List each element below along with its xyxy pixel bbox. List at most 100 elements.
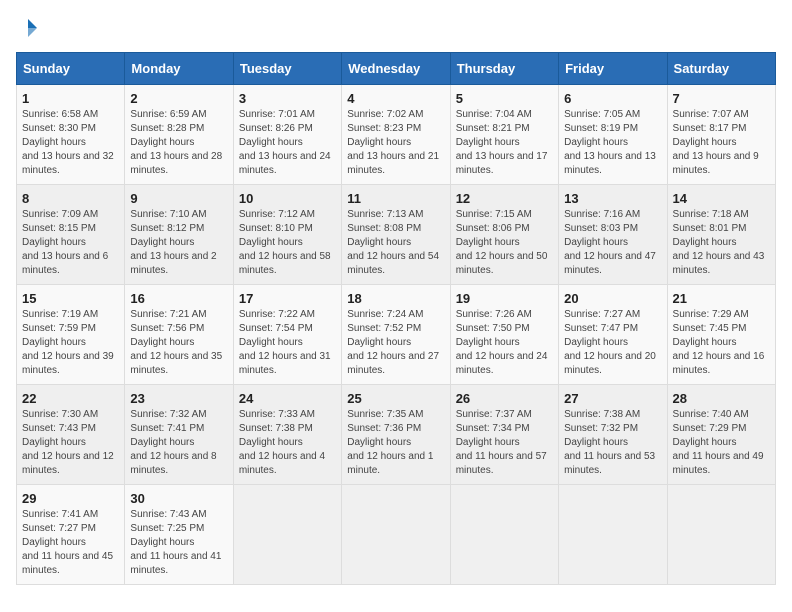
calendar-week-row: 22 Sunrise: 7:30 AM Sunset: 7:43 PM Dayl… (17, 385, 776, 485)
day-info: Sunrise: 7:40 AM Sunset: 7:29 PM Dayligh… (673, 408, 770, 478)
calendar-day-cell: 25 Sunrise: 7:35 AM Sunset: 7:36 PM Dayl… (342, 385, 450, 485)
calendar-weekday-header: Thursday (450, 53, 558, 85)
day-number: 21 (673, 291, 770, 306)
day-number: 1 (22, 91, 119, 106)
calendar-table: SundayMondayTuesdayWednesdayThursdayFrid… (16, 52, 776, 585)
calendar-day-cell: 13 Sunrise: 7:16 AM Sunset: 8:03 PM Dayl… (559, 185, 667, 285)
day-info: Sunrise: 7:43 AM Sunset: 7:25 PM Dayligh… (130, 508, 227, 578)
day-info: Sunrise: 7:18 AM Sunset: 8:01 PM Dayligh… (673, 208, 770, 278)
calendar-day-cell: 24 Sunrise: 7:33 AM Sunset: 7:38 PM Dayl… (233, 385, 341, 485)
calendar-week-row: 8 Sunrise: 7:09 AM Sunset: 8:15 PM Dayli… (17, 185, 776, 285)
calendar-day-cell: 3 Sunrise: 7:01 AM Sunset: 8:26 PM Dayli… (233, 85, 341, 185)
day-number: 27 (564, 391, 661, 406)
calendar-day-cell: 4 Sunrise: 7:02 AM Sunset: 8:23 PM Dayli… (342, 85, 450, 185)
calendar-day-cell (667, 485, 775, 585)
day-info: Sunrise: 7:19 AM Sunset: 7:59 PM Dayligh… (22, 308, 119, 378)
day-info: Sunrise: 7:01 AM Sunset: 8:26 PM Dayligh… (239, 108, 336, 178)
calendar-weekday-header: Tuesday (233, 53, 341, 85)
day-info: Sunrise: 7:33 AM Sunset: 7:38 PM Dayligh… (239, 408, 336, 478)
page-header (16, 16, 776, 40)
day-info: Sunrise: 7:32 AM Sunset: 7:41 PM Dayligh… (130, 408, 227, 478)
calendar-day-cell: 8 Sunrise: 7:09 AM Sunset: 8:15 PM Dayli… (17, 185, 125, 285)
day-info: Sunrise: 7:37 AM Sunset: 7:34 PM Dayligh… (456, 408, 553, 478)
day-number: 17 (239, 291, 336, 306)
day-number: 6 (564, 91, 661, 106)
calendar-day-cell (233, 485, 341, 585)
calendar-day-cell: 6 Sunrise: 7:05 AM Sunset: 8:19 PM Dayli… (559, 85, 667, 185)
day-info: Sunrise: 7:02 AM Sunset: 8:23 PM Dayligh… (347, 108, 444, 178)
day-info: Sunrise: 7:29 AM Sunset: 7:45 PM Dayligh… (673, 308, 770, 378)
day-info: Sunrise: 7:10 AM Sunset: 8:12 PM Dayligh… (130, 208, 227, 278)
day-number: 18 (347, 291, 444, 306)
calendar-weekday-header: Wednesday (342, 53, 450, 85)
calendar-day-cell: 22 Sunrise: 7:30 AM Sunset: 7:43 PM Dayl… (17, 385, 125, 485)
day-info: Sunrise: 6:59 AM Sunset: 8:28 PM Dayligh… (130, 108, 227, 178)
day-info: Sunrise: 7:12 AM Sunset: 8:10 PM Dayligh… (239, 208, 336, 278)
day-info: Sunrise: 7:41 AM Sunset: 7:27 PM Dayligh… (22, 508, 119, 578)
day-info: Sunrise: 7:38 AM Sunset: 7:32 PM Dayligh… (564, 408, 661, 478)
day-number: 28 (673, 391, 770, 406)
day-info: Sunrise: 7:24 AM Sunset: 7:52 PM Dayligh… (347, 308, 444, 378)
calendar-day-cell: 15 Sunrise: 7:19 AM Sunset: 7:59 PM Dayl… (17, 285, 125, 385)
day-number: 16 (130, 291, 227, 306)
logo (16, 16, 44, 40)
day-number: 7 (673, 91, 770, 106)
calendar-day-cell (450, 485, 558, 585)
calendar-week-row: 1 Sunrise: 6:58 AM Sunset: 8:30 PM Dayli… (17, 85, 776, 185)
calendar-day-cell: 10 Sunrise: 7:12 AM Sunset: 8:10 PM Dayl… (233, 185, 341, 285)
day-number: 19 (456, 291, 553, 306)
day-info: Sunrise: 7:22 AM Sunset: 7:54 PM Dayligh… (239, 308, 336, 378)
day-number: 30 (130, 491, 227, 506)
day-number: 29 (22, 491, 119, 506)
calendar-day-cell: 23 Sunrise: 7:32 AM Sunset: 7:41 PM Dayl… (125, 385, 233, 485)
calendar-weekday-header: Sunday (17, 53, 125, 85)
day-number: 11 (347, 191, 444, 206)
calendar-day-cell: 11 Sunrise: 7:13 AM Sunset: 8:08 PM Dayl… (342, 185, 450, 285)
day-info: Sunrise: 7:16 AM Sunset: 8:03 PM Dayligh… (564, 208, 661, 278)
calendar-day-cell: 26 Sunrise: 7:37 AM Sunset: 7:34 PM Dayl… (450, 385, 558, 485)
calendar-day-cell: 17 Sunrise: 7:22 AM Sunset: 7:54 PM Dayl… (233, 285, 341, 385)
calendar-day-cell: 21 Sunrise: 7:29 AM Sunset: 7:45 PM Dayl… (667, 285, 775, 385)
day-number: 13 (564, 191, 661, 206)
calendar-weekday-header: Monday (125, 53, 233, 85)
calendar-header-row: SundayMondayTuesdayWednesdayThursdayFrid… (17, 53, 776, 85)
day-number: 12 (456, 191, 553, 206)
day-number: 25 (347, 391, 444, 406)
calendar-day-cell: 20 Sunrise: 7:27 AM Sunset: 7:47 PM Dayl… (559, 285, 667, 385)
day-number: 20 (564, 291, 661, 306)
day-info: Sunrise: 7:21 AM Sunset: 7:56 PM Dayligh… (130, 308, 227, 378)
day-number: 4 (347, 91, 444, 106)
calendar-day-cell: 27 Sunrise: 7:38 AM Sunset: 7:32 PM Dayl… (559, 385, 667, 485)
calendar-day-cell: 2 Sunrise: 6:59 AM Sunset: 8:28 PM Dayli… (125, 85, 233, 185)
day-number: 23 (130, 391, 227, 406)
calendar-day-cell: 7 Sunrise: 7:07 AM Sunset: 8:17 PM Dayli… (667, 85, 775, 185)
day-number: 24 (239, 391, 336, 406)
calendar-day-cell: 9 Sunrise: 7:10 AM Sunset: 8:12 PM Dayli… (125, 185, 233, 285)
calendar-day-cell: 19 Sunrise: 7:26 AM Sunset: 7:50 PM Dayl… (450, 285, 558, 385)
day-number: 3 (239, 91, 336, 106)
day-number: 26 (456, 391, 553, 406)
day-info: Sunrise: 7:04 AM Sunset: 8:21 PM Dayligh… (456, 108, 553, 178)
calendar-day-cell: 18 Sunrise: 7:24 AM Sunset: 7:52 PM Dayl… (342, 285, 450, 385)
day-info: Sunrise: 7:09 AM Sunset: 8:15 PM Dayligh… (22, 208, 119, 278)
calendar-day-cell: 5 Sunrise: 7:04 AM Sunset: 8:21 PM Dayli… (450, 85, 558, 185)
day-info: Sunrise: 7:05 AM Sunset: 8:19 PM Dayligh… (564, 108, 661, 178)
day-number: 9 (130, 191, 227, 206)
calendar-week-row: 29 Sunrise: 7:41 AM Sunset: 7:27 PM Dayl… (17, 485, 776, 585)
calendar-day-cell: 30 Sunrise: 7:43 AM Sunset: 7:25 PM Dayl… (125, 485, 233, 585)
day-info: Sunrise: 6:58 AM Sunset: 8:30 PM Dayligh… (22, 108, 119, 178)
calendar-day-cell: 14 Sunrise: 7:18 AM Sunset: 8:01 PM Dayl… (667, 185, 775, 285)
calendar-weekday-header: Friday (559, 53, 667, 85)
day-info: Sunrise: 7:35 AM Sunset: 7:36 PM Dayligh… (347, 408, 444, 478)
day-number: 14 (673, 191, 770, 206)
calendar-weekday-header: Saturday (667, 53, 775, 85)
calendar-week-row: 15 Sunrise: 7:19 AM Sunset: 7:59 PM Dayl… (17, 285, 776, 385)
day-number: 2 (130, 91, 227, 106)
day-number: 10 (239, 191, 336, 206)
day-info: Sunrise: 7:15 AM Sunset: 8:06 PM Dayligh… (456, 208, 553, 278)
day-info: Sunrise: 7:30 AM Sunset: 7:43 PM Dayligh… (22, 408, 119, 478)
calendar-day-cell (559, 485, 667, 585)
day-number: 22 (22, 391, 119, 406)
calendar-day-cell (342, 485, 450, 585)
day-number: 8 (22, 191, 119, 206)
